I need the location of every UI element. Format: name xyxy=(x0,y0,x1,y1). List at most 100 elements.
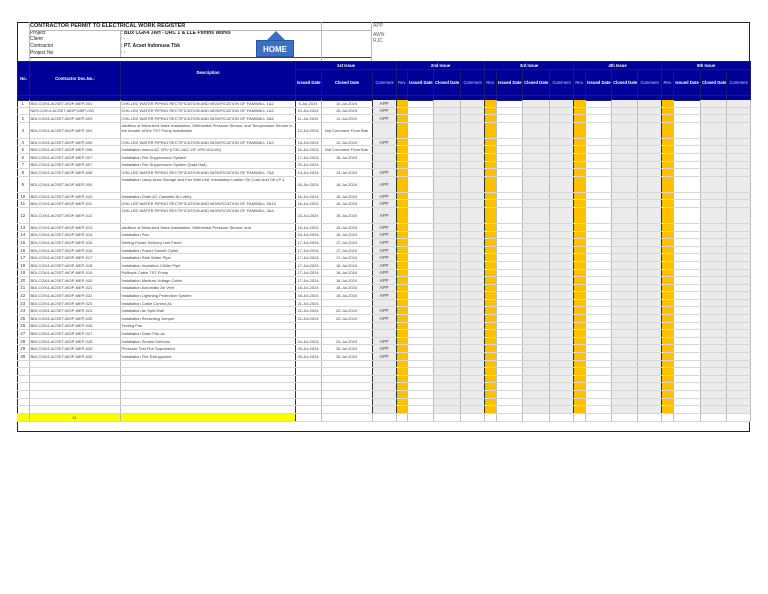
comment-cell[interactable] xyxy=(726,322,751,331)
rev-cell[interactable] xyxy=(484,176,497,193)
closed-date-cell[interactable] xyxy=(700,398,727,407)
comment-cell[interactable] xyxy=(549,114,574,123)
rev-cell[interactable] xyxy=(484,261,497,270)
rev-cell[interactable] xyxy=(573,176,586,193)
closed-date-cell[interactable] xyxy=(433,284,461,293)
description-cell[interactable]: CHILLED WATER PIPING RECTIFICATION AND M… xyxy=(120,199,296,208)
description-cell[interactable]: Installation Fire Suppression System (Da… xyxy=(120,161,296,170)
closed-date-cell[interactable] xyxy=(433,176,461,193)
closed-date-cell[interactable] xyxy=(522,375,550,384)
rev-cell[interactable] xyxy=(484,390,497,399)
issued-date-cell[interactable] xyxy=(673,382,701,391)
closed-date-cell[interactable] xyxy=(522,231,550,240)
rev-cell[interactable] xyxy=(573,269,586,278)
closed-date-cell[interactable]: 18-Jul-2024 xyxy=(321,276,373,285)
doc-number-cell[interactable]: BDI-CGK4-ACSET-MOP-MEP-026 xyxy=(29,322,121,331)
issued-date-cell[interactable] xyxy=(407,284,434,293)
closed-date-cell[interactable] xyxy=(522,352,550,361)
issued-date-cell[interactable] xyxy=(496,269,523,278)
rev-cell[interactable] xyxy=(661,107,674,116)
rev-cell[interactable] xyxy=(396,322,408,331)
closed-date-cell[interactable] xyxy=(433,261,461,270)
empty-cell[interactable] xyxy=(29,382,121,391)
comment-cell[interactable] xyxy=(637,238,662,247)
closed-date-cell[interactable] xyxy=(522,207,550,224)
empty-cell[interactable] xyxy=(372,390,397,399)
closed-date-cell[interactable] xyxy=(700,276,727,285)
comment-cell[interactable] xyxy=(549,269,574,278)
closed-date-cell[interactable] xyxy=(700,291,727,300)
rev-cell[interactable] xyxy=(661,329,674,338)
closed-date-cell[interactable] xyxy=(611,207,638,224)
issued-date-cell[interactable] xyxy=(673,223,701,232)
rev-cell[interactable] xyxy=(484,329,497,338)
issued-date-cell[interactable] xyxy=(673,122,701,139)
issued-date-cell[interactable] xyxy=(407,276,434,285)
doc-number-cell[interactable]: BDI-CGK4-ACSET-MOP-MEP-021 xyxy=(29,284,121,293)
comment-cell[interactable] xyxy=(460,168,485,177)
comment-cell[interactable] xyxy=(549,122,574,139)
closed-date-cell[interactable] xyxy=(433,269,461,278)
empty-cell[interactable] xyxy=(17,367,30,376)
description-cell[interactable]: Installation Medium Voltage Cable xyxy=(120,276,296,285)
comment-cell[interactable] xyxy=(637,231,662,240)
rev-cell[interactable] xyxy=(661,276,674,285)
closed-date-cell[interactable] xyxy=(700,138,727,147)
empty-cell[interactable] xyxy=(29,375,121,384)
comment-cell[interactable] xyxy=(460,153,485,162)
closed-date-cell[interactable] xyxy=(433,329,461,338)
closed-date-cell[interactable] xyxy=(700,382,727,391)
comment-cell[interactable] xyxy=(460,314,485,323)
issued-date-cell[interactable] xyxy=(407,398,434,407)
issued-date-cell[interactable]: 13-Jul-2024 xyxy=(295,168,322,177)
rev-cell[interactable] xyxy=(661,352,674,361)
rev-cell[interactable] xyxy=(396,168,408,177)
rev-cell[interactable] xyxy=(484,153,497,162)
closed-date-cell[interactable] xyxy=(522,107,550,116)
rev-cell[interactable] xyxy=(484,207,497,224)
comment-cell[interactable] xyxy=(372,322,397,331)
issued-date-cell[interactable] xyxy=(496,138,523,147)
issued-date-cell[interactable] xyxy=(496,284,523,293)
issued-date-cell[interactable]: 16-Jul-2024 xyxy=(295,145,322,154)
issued-date-cell[interactable] xyxy=(496,291,523,300)
rev-cell[interactable] xyxy=(396,291,408,300)
doc-number-cell[interactable]: BDI-CGK4-ACSET-MOP-MEP-019 xyxy=(29,269,121,278)
rev-cell[interactable] xyxy=(396,329,408,338)
empty-cell[interactable] xyxy=(321,398,373,407)
issued-date-cell[interactable] xyxy=(407,261,434,270)
rev-cell[interactable] xyxy=(396,352,408,361)
issued-date-cell[interactable] xyxy=(407,138,434,147)
comment-cell[interactable]: APP xyxy=(372,176,397,193)
rev-cell[interactable] xyxy=(484,337,497,346)
closed-date-cell[interactable]: 10-Jul-2024 xyxy=(321,100,373,108)
rev-cell[interactable] xyxy=(573,261,586,270)
closed-date-cell[interactable] xyxy=(433,375,461,384)
comment-cell[interactable] xyxy=(637,329,662,338)
rev-cell[interactable] xyxy=(396,253,408,262)
issued-date-cell[interactable]: 17-Jul-2024 xyxy=(295,246,322,255)
rev-cell[interactable] xyxy=(573,360,586,369)
closed-date-cell[interactable] xyxy=(522,299,550,308)
rev-cell[interactable] xyxy=(573,207,586,224)
issued-date-cell[interactable] xyxy=(673,100,701,108)
issued-date-cell[interactable] xyxy=(407,390,434,399)
rev-cell[interactable] xyxy=(396,114,408,123)
rev-cell[interactable] xyxy=(484,367,497,376)
rev-cell[interactable] xyxy=(661,114,674,123)
rev-cell[interactable] xyxy=(396,337,408,346)
rev-cell[interactable] xyxy=(484,284,497,293)
rev-cell[interactable] xyxy=(484,253,497,262)
comment-cell[interactable] xyxy=(637,192,662,201)
issued-date-cell[interactable]: 18-Jul-2024 xyxy=(295,284,322,293)
comment-cell[interactable] xyxy=(549,276,574,285)
comment-cell[interactable] xyxy=(726,375,751,384)
rev-cell[interactable] xyxy=(573,405,586,414)
doc-number-cell[interactable]: BDI-CGK4-ACSET-MOP-MEP-013 xyxy=(29,223,121,232)
closed-date-cell[interactable] xyxy=(700,207,727,224)
rev-cell[interactable] xyxy=(396,107,408,116)
description-cell[interactable]: Installation Pau xyxy=(120,231,296,240)
description-cell[interactable]: CHILLED WATER PIPING RECTIFICATION AND M… xyxy=(120,138,296,147)
issued-date-cell[interactable] xyxy=(295,329,322,338)
closed-date-cell[interactable] xyxy=(700,390,727,399)
